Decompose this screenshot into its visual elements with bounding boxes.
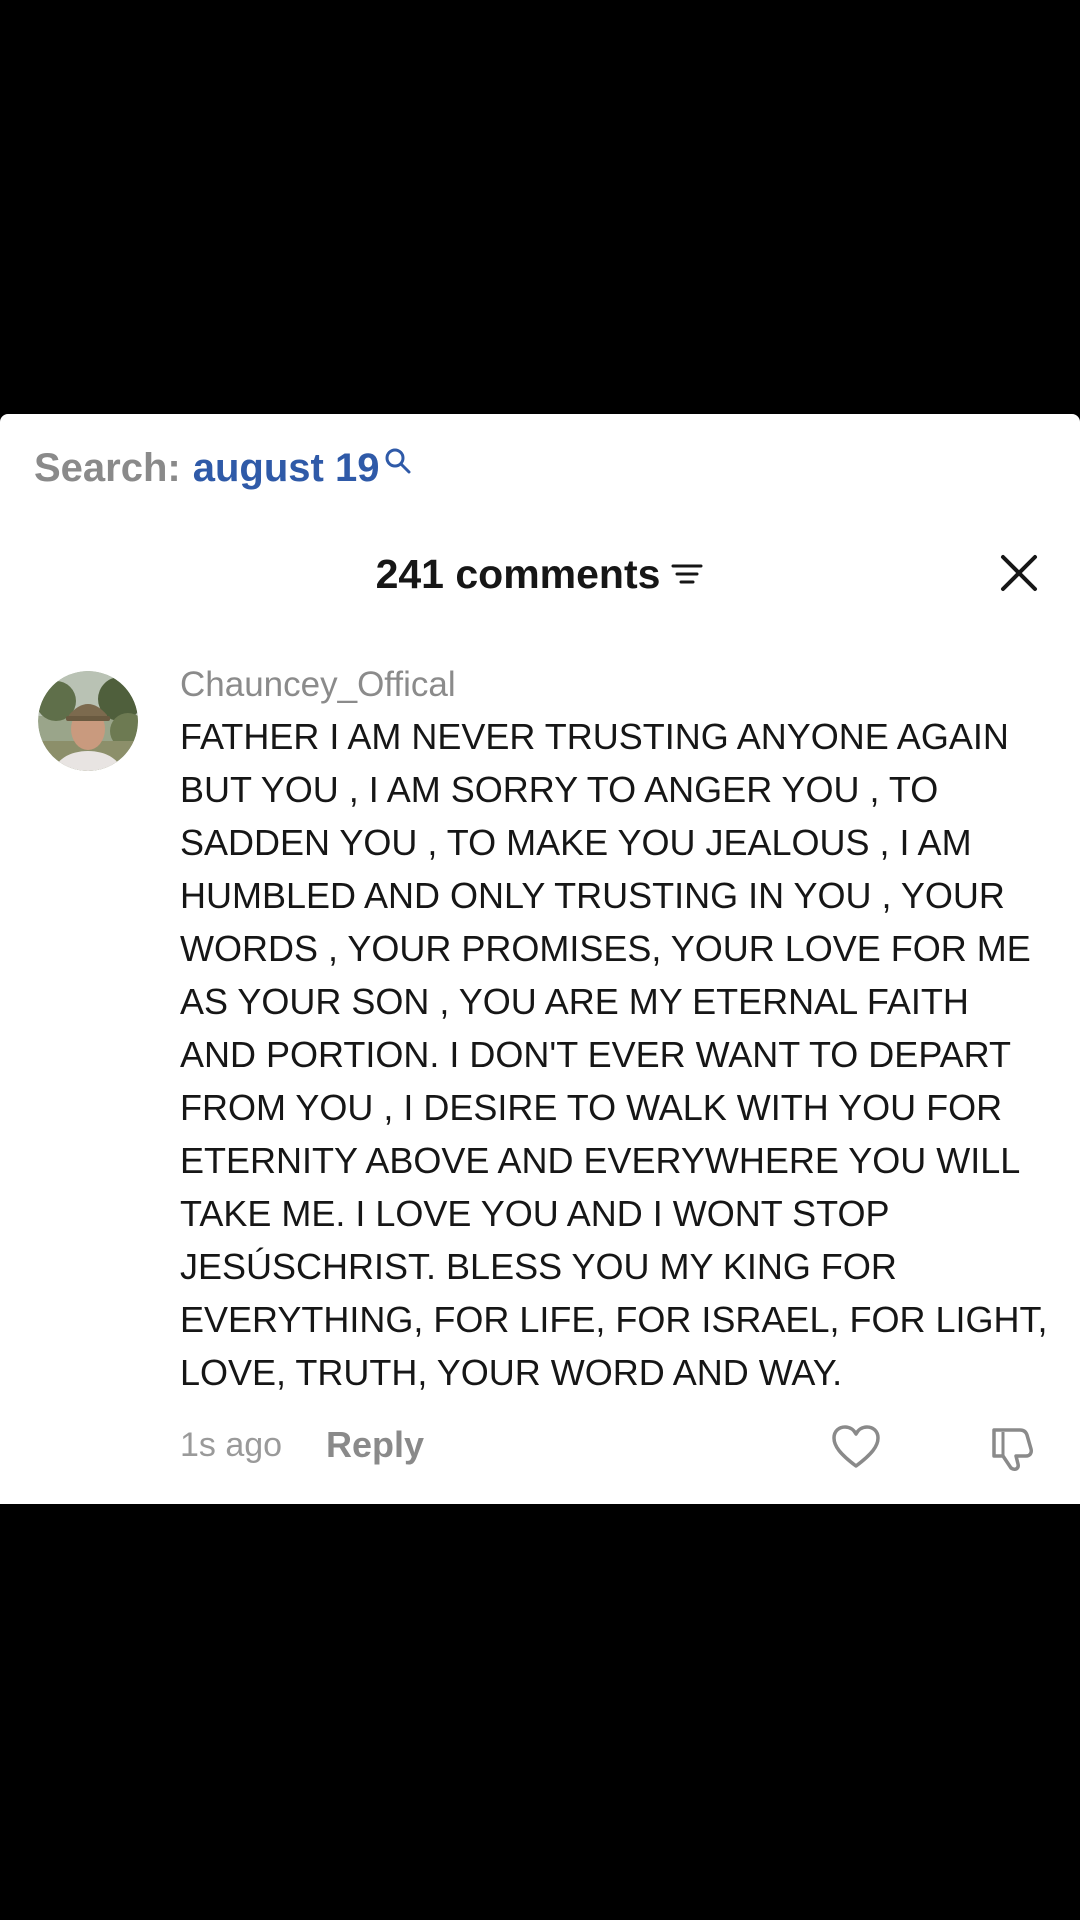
comments-header: 241 comments [0, 544, 1080, 604]
heart-icon[interactable] [830, 1422, 882, 1474]
close-icon[interactable] [998, 552, 1040, 594]
search-icon [383, 441, 413, 474]
sort-filter-icon[interactable] [670, 559, 704, 589]
avatar[interactable] [38, 671, 138, 771]
comments-sheet: Search: august 19 241 comments Chauncey_… [0, 414, 1080, 1504]
comment-username[interactable]: Chauncey_Offical [180, 660, 1050, 710]
comments-count: 241 comments [375, 550, 661, 597]
screen: Search: august 19 241 comments Chauncey_… [0, 0, 1080, 1920]
search-query-link[interactable]: august 19 [193, 446, 380, 491]
comment-timestamp: 1s ago [180, 1426, 283, 1464]
search-suggestion[interactable]: Search: august 19 [34, 440, 413, 496]
reply-button[interactable]: Reply [326, 1424, 424, 1466]
comment-text: FATHER I AM NEVER TRUSTING ANYONE AGAIN … [180, 716, 1048, 1393]
comment-footer: 1s ago Reply [180, 1418, 1050, 1478]
comment-body: Chauncey_Offical FATHER I AM NEVER TRUST… [180, 660, 1050, 1399]
search-prefix-label: Search: [34, 445, 181, 490]
thumbs-down-icon[interactable] [986, 1422, 1038, 1474]
